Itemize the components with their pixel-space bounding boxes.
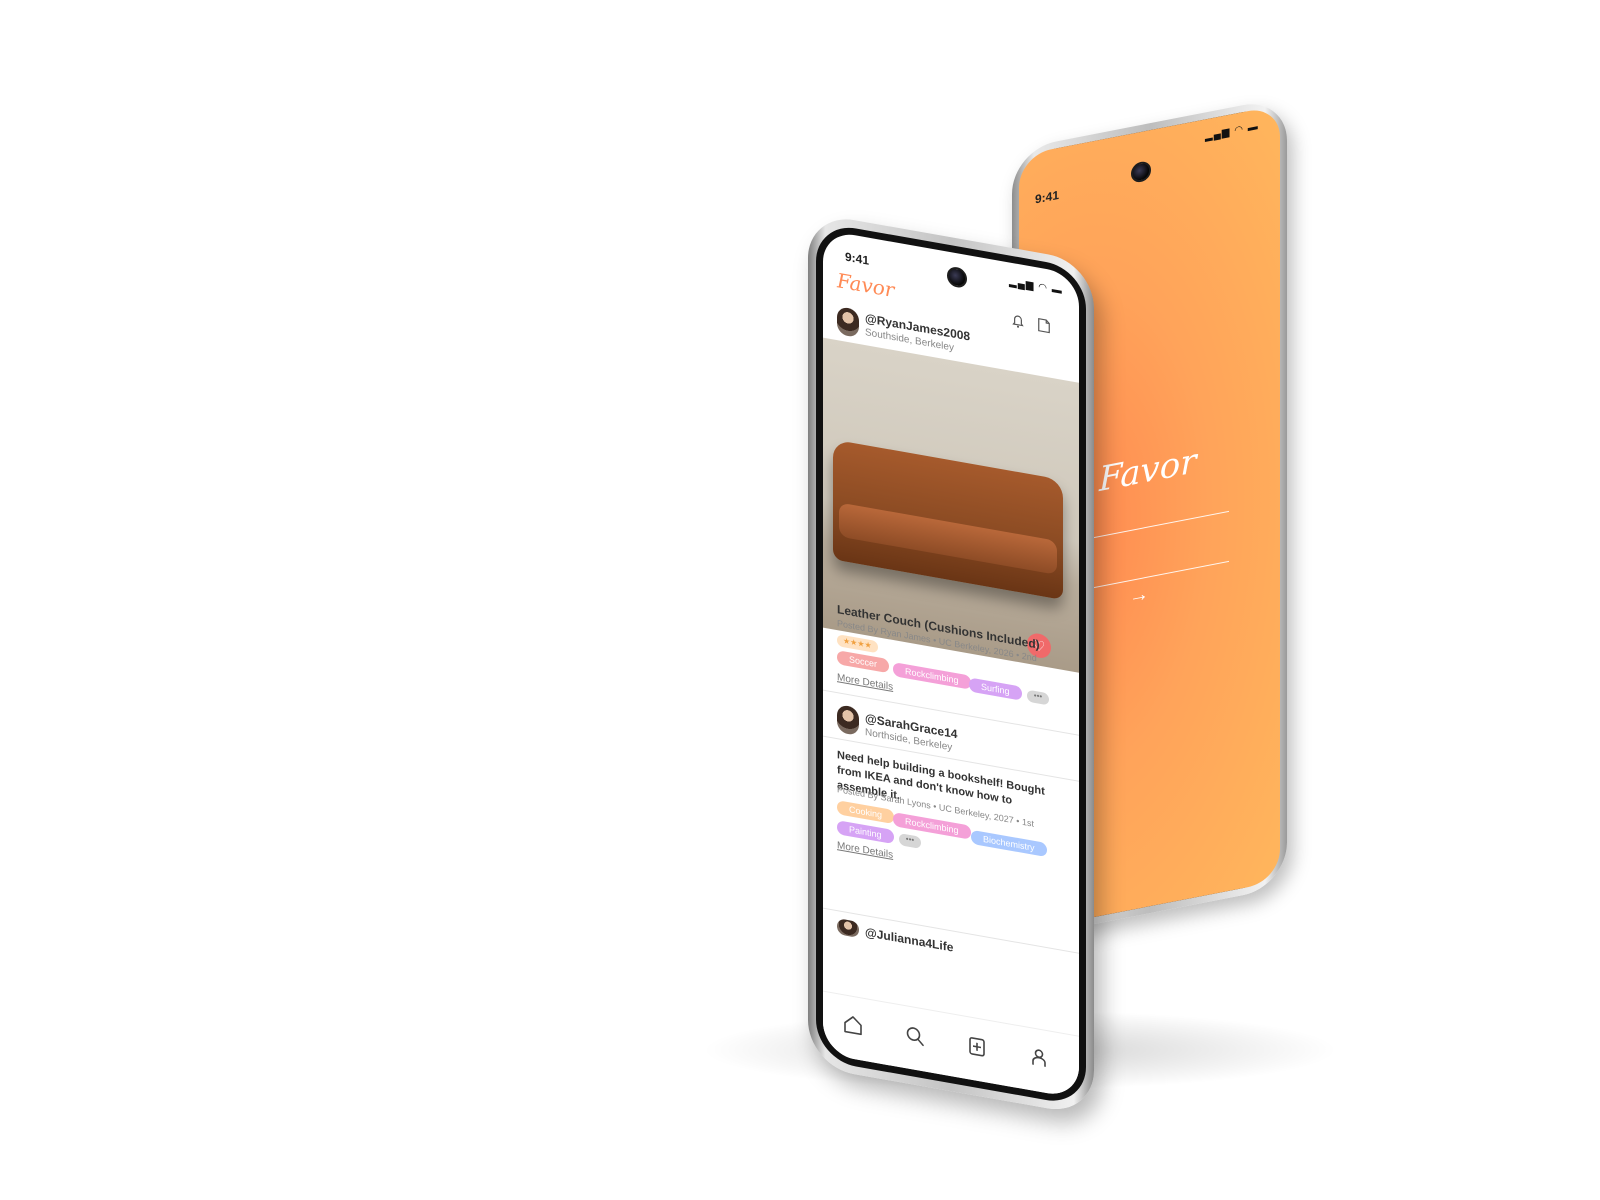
continue-arrow-button[interactable]: → xyxy=(1129,582,1149,609)
status-time: 9:41 xyxy=(1035,187,1060,207)
search-icon[interactable] xyxy=(903,1022,927,1050)
connection-degree: 1st xyxy=(1021,816,1034,829)
post-card[interactable]: @SarahGrace14 Northside, Berkeley Need h… xyxy=(823,702,1079,861)
avatar[interactable] xyxy=(837,704,859,736)
tag-chip[interactable]: Painting xyxy=(837,820,894,845)
post-handle[interactable]: @Julianna4Life xyxy=(865,925,953,955)
feed-phone-mockup: 9:41 ▂▄▆ ◠ ▬ Favor @RyanJames2008 Souths… xyxy=(808,212,1094,1117)
book-icon[interactable] xyxy=(1035,315,1053,336)
add-post-icon[interactable] xyxy=(965,1033,989,1061)
front-camera xyxy=(1131,159,1151,184)
feed-screen: 9:41 ▂▄▆ ◠ ▬ Favor @RyanJames2008 Souths… xyxy=(823,229,1079,1099)
avatar[interactable] xyxy=(837,306,859,338)
more-details-link[interactable]: More Details xyxy=(837,672,893,693)
more-tags-button[interactable]: ••• xyxy=(899,833,921,849)
more-tags-button[interactable]: ••• xyxy=(1027,689,1049,706)
tag-chip[interactable]: Cooking xyxy=(837,800,895,825)
avatar[interactable] xyxy=(837,918,859,938)
front-camera xyxy=(947,265,967,290)
more-details-link[interactable]: More Details xyxy=(837,840,893,861)
status-icons: ▂▄▆ ◠ ▬ xyxy=(1009,276,1063,297)
couch-image xyxy=(833,439,1063,600)
app-logo: Favor xyxy=(837,268,895,303)
post-card[interactable]: @RyanJames2008 Southside, Berkeley ♡ Lea… xyxy=(823,300,1079,706)
tag-chip[interactable]: Biochemistry xyxy=(971,829,1047,858)
post-card[interactable]: @Julianna4Life xyxy=(823,916,1079,961)
bell-icon[interactable] xyxy=(1009,310,1027,331)
status-icons: ▂▄▆ ◠ ▬ xyxy=(1205,121,1259,143)
tag-chip[interactable]: Surfing xyxy=(969,677,1022,701)
tag-chip[interactable]: Rockclimbing xyxy=(893,661,971,690)
home-icon[interactable] xyxy=(841,1011,865,1039)
status-time: 9:41 xyxy=(845,249,870,268)
tag-chip[interactable]: Soccer xyxy=(837,650,890,674)
app-logo: Favor xyxy=(1099,441,1197,501)
profile-icon[interactable] xyxy=(1027,1044,1051,1072)
